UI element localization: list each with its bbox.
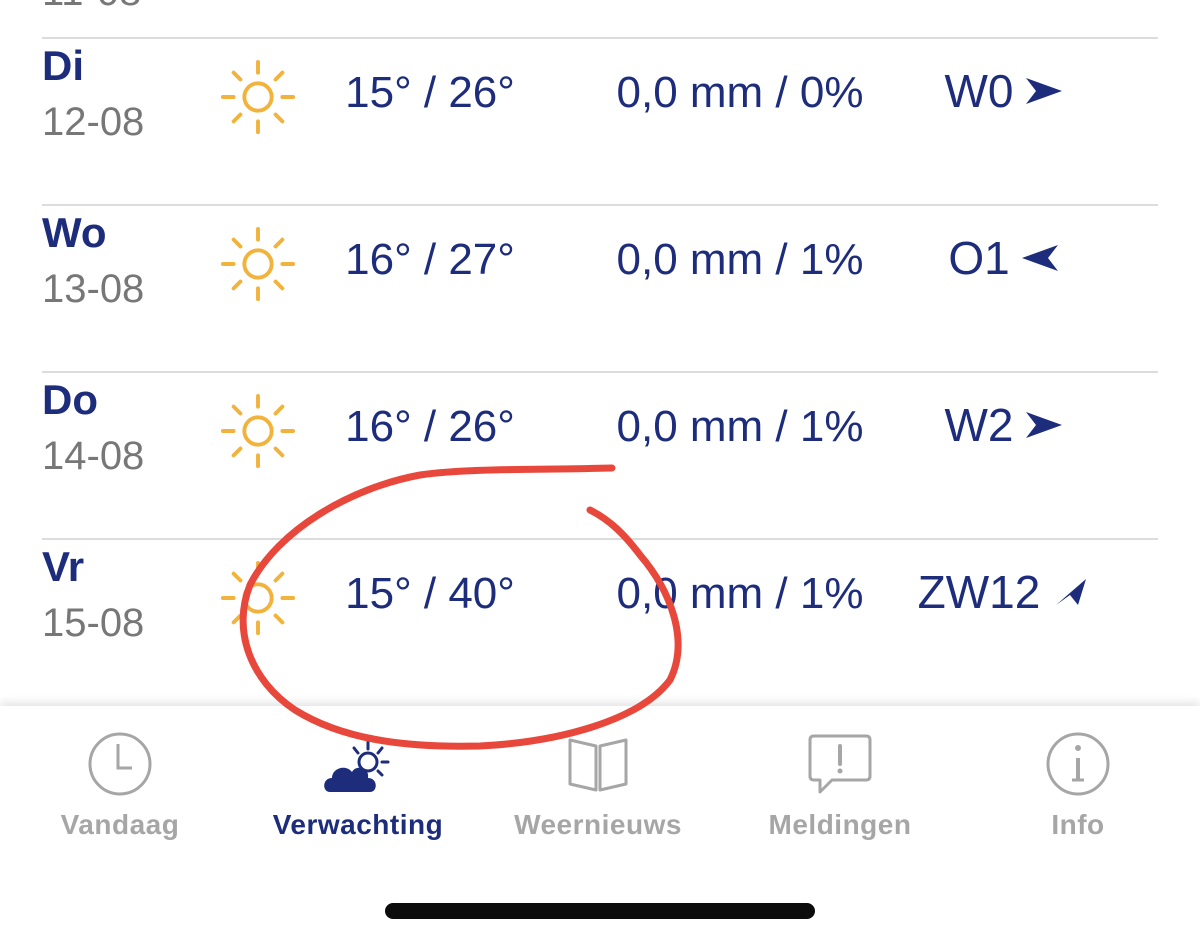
precipitation: 0,0 mm / 1% bbox=[616, 402, 864, 451]
wind-label: ZW12 bbox=[917, 566, 1041, 618]
day-name: Wo bbox=[42, 209, 107, 256]
row-divider bbox=[42, 538, 1158, 540]
clock-icon bbox=[88, 732, 152, 796]
day-name: Di bbox=[42, 42, 84, 89]
temperature-range: 16° / 27° bbox=[345, 235, 515, 284]
row-divider bbox=[42, 204, 1158, 206]
tab-label: Verwachting bbox=[272, 809, 444, 840]
row-divider bbox=[42, 371, 1158, 373]
cloud-sun-icon bbox=[324, 740, 390, 792]
tab-verwachting[interactable]: Verwachting bbox=[238, 706, 478, 856]
day-name: Do bbox=[42, 376, 98, 423]
precipitation: 0,0 mm / 1% bbox=[616, 569, 864, 618]
day-date: 13-08 bbox=[42, 267, 145, 311]
east-arrow-icon bbox=[1025, 78, 1062, 104]
forecast-row[interactable]: Di 12-08 15° / 26° 0,0 mm / 0% W0 bbox=[0, 40, 1200, 206]
book-icon bbox=[568, 738, 628, 792]
tab-label: Vandaag bbox=[60, 809, 180, 840]
forecast-row[interactable]: Wo 13-08 16° / 27° 0,0 mm / 1% O1 bbox=[0, 207, 1200, 373]
east-arrow-icon bbox=[1025, 412, 1062, 438]
tab-meldingen[interactable]: Meldingen bbox=[720, 706, 960, 856]
tab-label: Weernieuws bbox=[514, 809, 682, 840]
wind-label: W0 bbox=[944, 65, 1014, 117]
west-arrow-icon bbox=[1021, 245, 1058, 271]
forecast-row[interactable]: Vr 15-08 15° / 40° 0,0 mm / 1% ZW12 bbox=[0, 541, 1200, 707]
alert-bubble-icon bbox=[808, 734, 872, 794]
day-date: 14-08 bbox=[42, 434, 145, 478]
temperature-range: 16° / 26° bbox=[345, 402, 515, 451]
tab-weernieuws[interactable]: Weernieuws bbox=[478, 706, 718, 856]
tab-vandaag[interactable]: Vandaag bbox=[0, 706, 240, 856]
row-divider bbox=[42, 37, 1158, 39]
sun-icon bbox=[220, 59, 296, 135]
forecast-row[interactable]: Do 14-08 16° / 26° 0,0 mm / 1% W2 bbox=[0, 374, 1200, 540]
wind: O1 bbox=[900, 231, 1110, 285]
precipitation: 0,0 mm / 1% bbox=[616, 235, 864, 284]
northeast-arrow-icon bbox=[1056, 579, 1087, 605]
forecast-screen: 11-08 Di 12-08 15° / 26° 0,0 mm / 0% W0 … bbox=[0, 0, 1200, 940]
wind-label: W2 bbox=[944, 399, 1014, 451]
info-icon bbox=[1046, 732, 1110, 796]
tab-label: Info bbox=[1051, 809, 1105, 840]
tab-label: Meldingen bbox=[768, 809, 912, 840]
day-date: 12-08 bbox=[42, 100, 145, 144]
sun-icon bbox=[220, 226, 296, 302]
sun-icon bbox=[220, 560, 296, 636]
temperature-range: 15° / 40° bbox=[345, 569, 515, 618]
previous-row-date-clipped: 11-08 bbox=[42, 0, 141, 15]
precipitation: 0,0 mm / 0% bbox=[616, 68, 864, 117]
sun-icon bbox=[220, 393, 296, 469]
day-date: 15-08 bbox=[42, 601, 145, 645]
tab-info[interactable]: Info bbox=[958, 706, 1198, 856]
home-indicator bbox=[385, 903, 815, 919]
wind: W2 bbox=[900, 398, 1110, 452]
wind-label: O1 bbox=[948, 232, 1010, 284]
day-name: Vr bbox=[42, 543, 85, 590]
wind: ZW12 bbox=[900, 565, 1110, 619]
wind: W0 bbox=[900, 64, 1110, 118]
temperature-range: 15° / 26° bbox=[345, 68, 515, 117]
